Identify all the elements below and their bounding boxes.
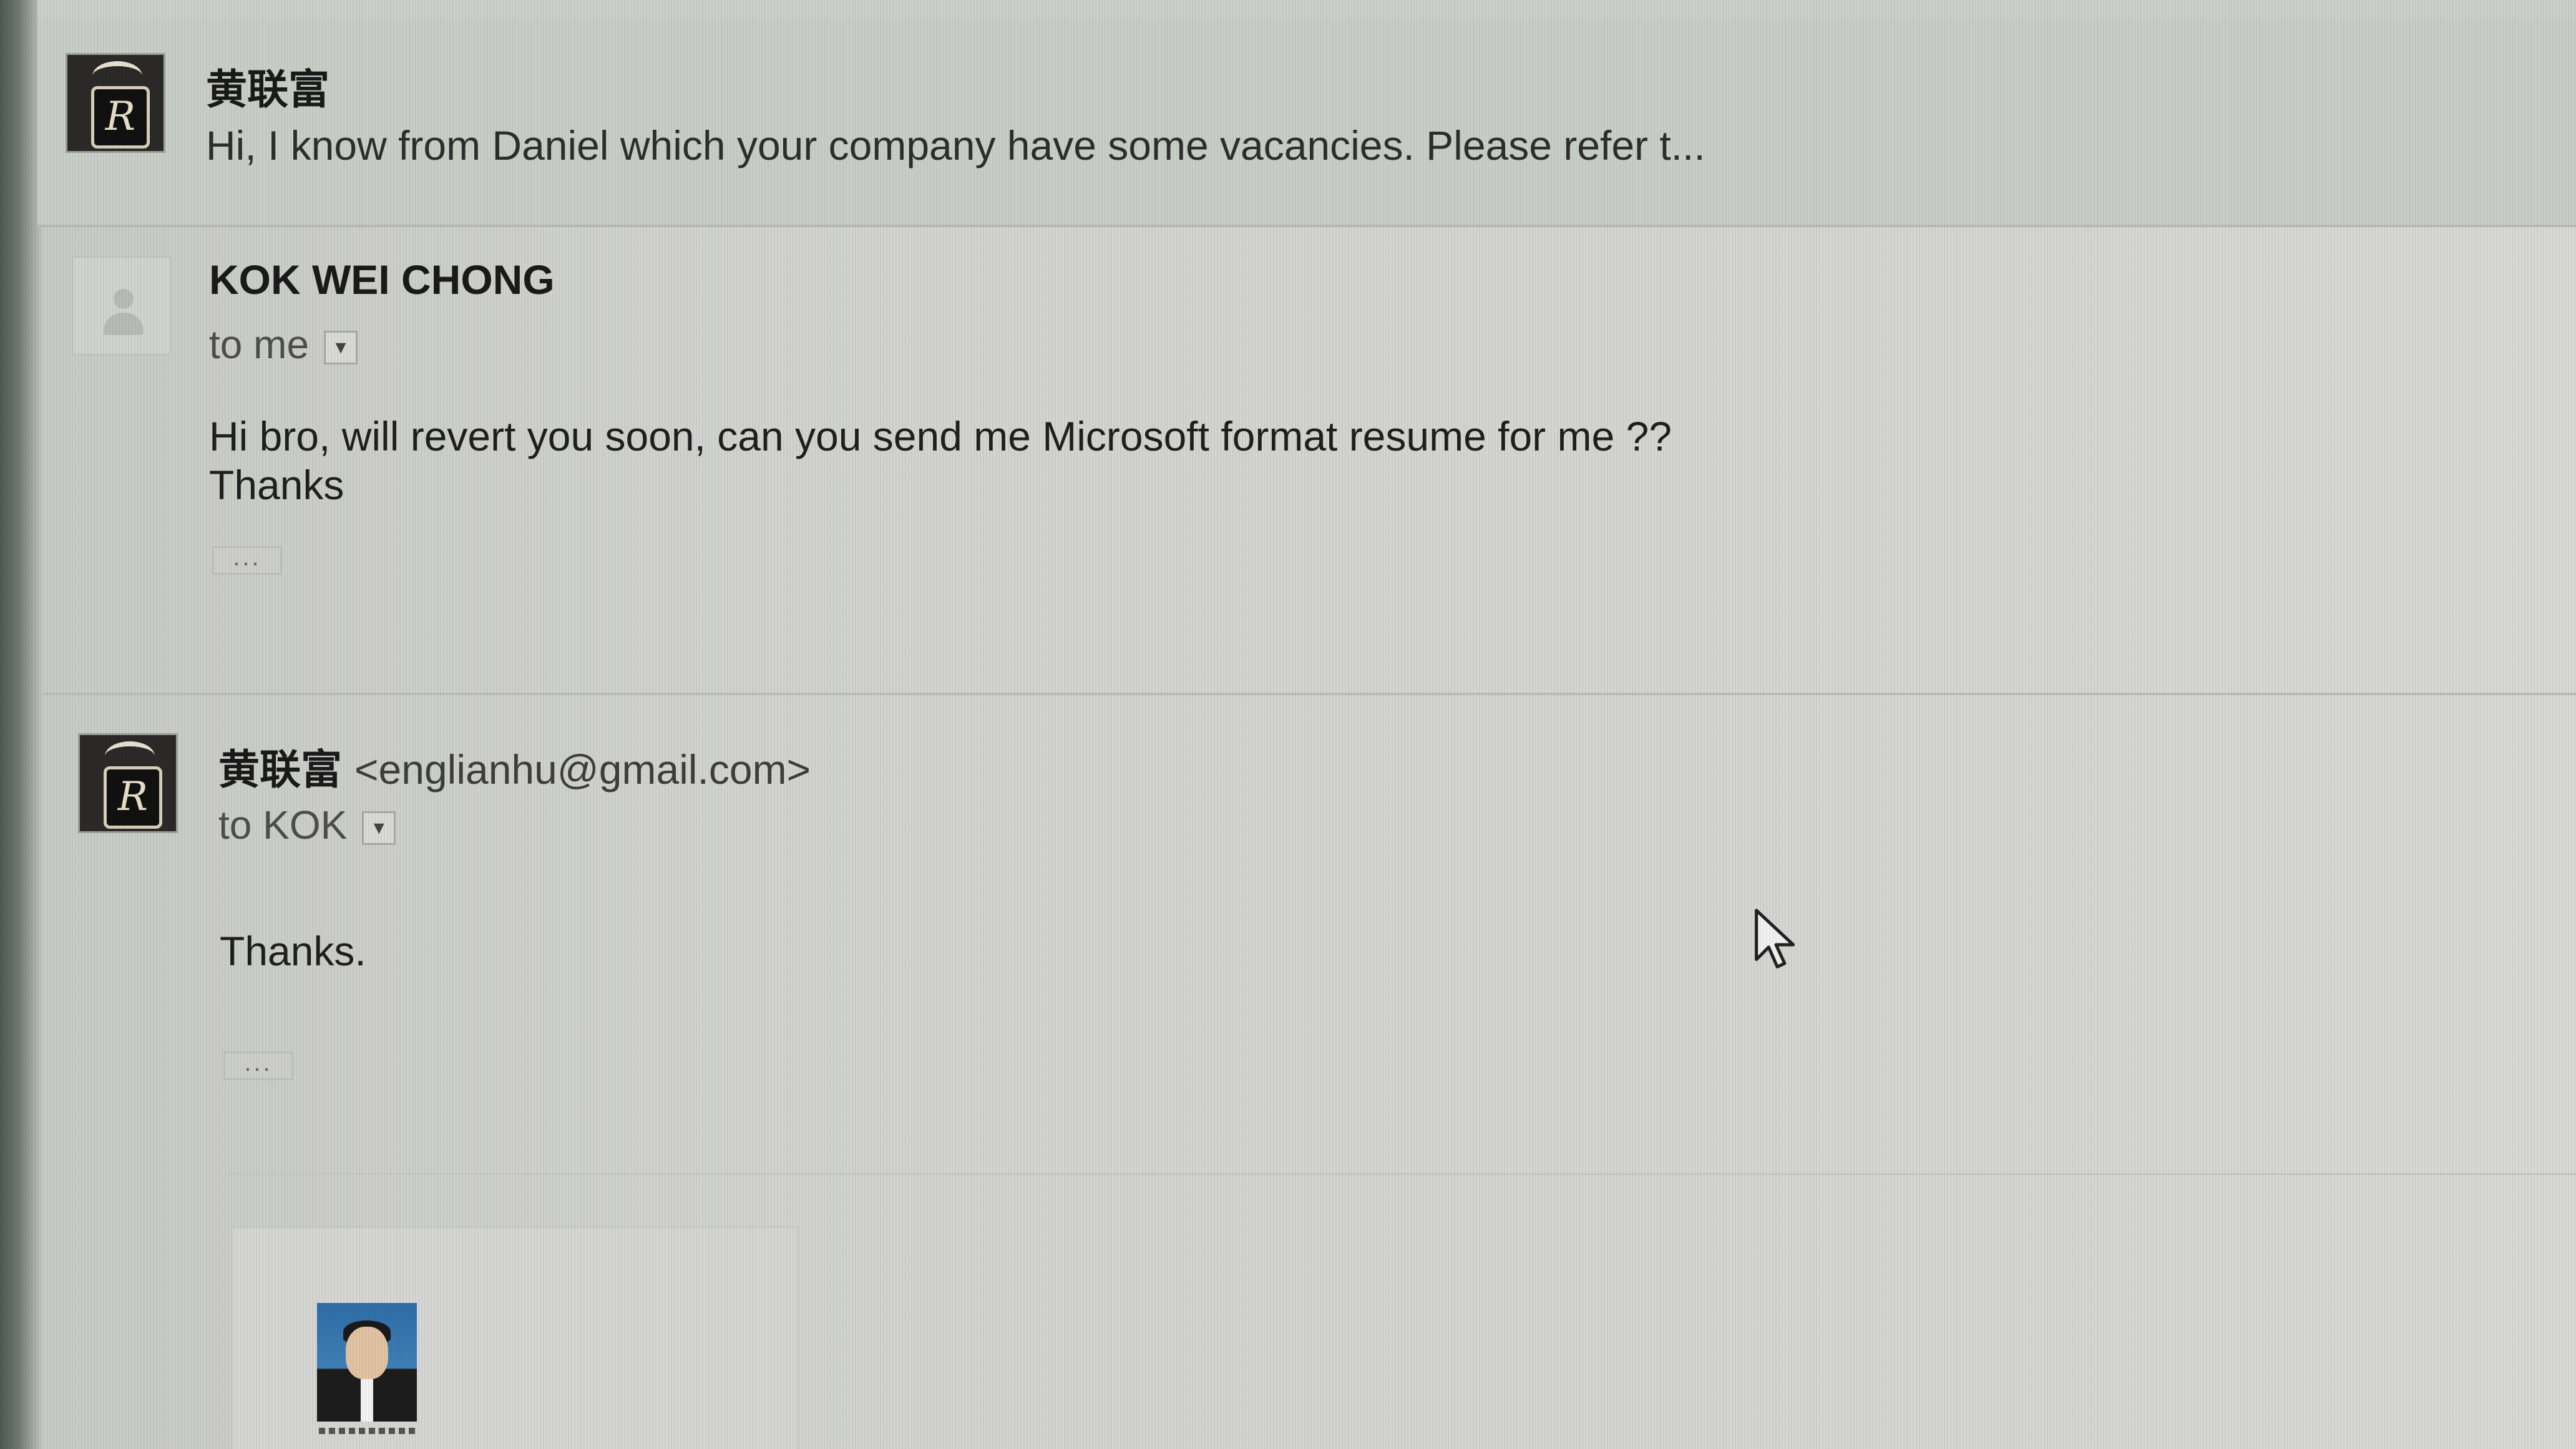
message-divider: [44, 693, 2576, 695]
message-body: Thanks.: [220, 928, 366, 974]
attachment-divider: [225, 1173, 2576, 1175]
recipients-text: to me: [209, 322, 310, 367]
resume-photo-thumbnail[interactable]: [317, 1303, 417, 1422]
default-person-avatar-icon[interactable]: [72, 256, 172, 356]
recipients-line: to me ▾: [209, 321, 358, 368]
collapsed-message-1[interactable]: R 黄联富 Hi, I know from Daniel which your …: [37, 19, 2576, 227]
body-line: Hi bro, will revert you soon, can you se…: [209, 413, 1672, 459]
mouse-pointer-icon: [1755, 909, 1795, 968]
attachment-caption: [319, 1428, 419, 1434]
sender-name[interactable]: KOK WEI CHONG: [209, 256, 555, 303]
recipients-text: to KOK: [218, 803, 348, 847]
sender-header: 黄联富 <englianhu@gmail.com>: [218, 736, 811, 796]
sender-email: <englianhu@gmail.com>: [354, 746, 811, 793]
sender-name[interactable]: 黄联富: [206, 56, 329, 116]
sender-name[interactable]: 黄联富: [218, 746, 342, 793]
pendant-avatar-icon[interactable]: R: [78, 733, 178, 833]
attachment-card[interactable]: [231, 1226, 799, 1449]
message-body: Hi bro, will revert you soon, can you se…: [209, 412, 1672, 509]
chevron-down-icon[interactable]: ▾: [324, 331, 358, 365]
chevron-down-icon[interactable]: ▾: [362, 811, 396, 846]
email-thread-screen: R 黄联富 Hi, I know from Daniel which your …: [0, 0, 2576, 1449]
body-line: Thanks: [209, 462, 344, 508]
message-snippet: Hi, I know from Daniel which your compan…: [206, 122, 1705, 168]
show-trimmed-content-button[interactable]: ...: [223, 1050, 293, 1080]
show-trimmed-content-button[interactable]: ...: [212, 545, 282, 575]
recipients-line: to KOK ▾: [218, 802, 396, 848]
thread-top-strip: [37, 0, 2576, 21]
pendant-avatar-icon[interactable]: R: [66, 53, 165, 153]
